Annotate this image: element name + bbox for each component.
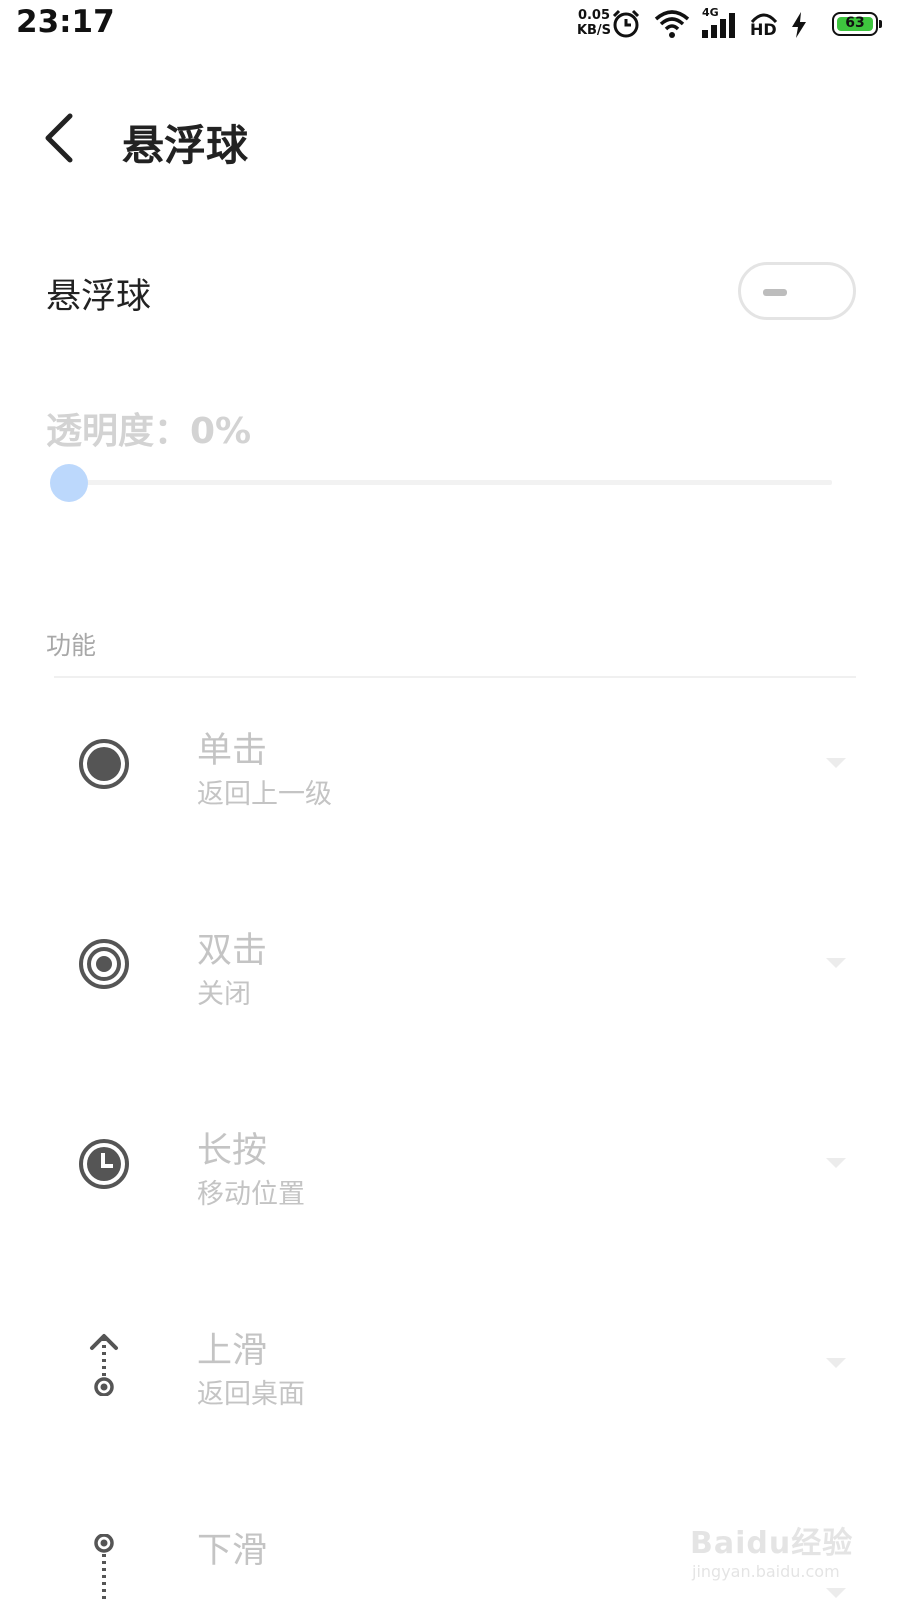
dropdown-arrow-icon [826,958,846,968]
opacity-label: 透明度：0% [46,411,252,452]
opacity-slider-thumb[interactable] [50,464,88,502]
function-subtitle: 返回上一级 [197,779,332,810]
function-title: 单击 [197,731,268,771]
function-subtitle: 移动位置 [197,1179,305,1210]
dropdown-arrow-icon [826,1158,846,1168]
baidu-watermark: Baidu经验 jingyan.baidu.com [690,1518,860,1588]
function-subtitle: 关闭 [197,979,251,1010]
swipe-up-icon [90,1334,118,1396]
function-title: 下滑 [197,1531,268,1571]
watermark-brand: Baidu经验 [690,1526,854,1561]
section-title-functions: 功能 [46,631,97,660]
section-divider [54,676,856,678]
function-row-double-tap[interactable]: 双击 关闭 [0,900,900,1100]
swipe-down-icon [94,1534,114,1600]
dropdown-arrow-icon [826,1358,846,1368]
chevron-left-icon [45,113,73,163]
battery-icon: 63 [832,12,882,36]
function-row-single-tap[interactable]: 单击 返回上一级 [0,700,900,900]
battery-level: 63 [845,15,865,31]
function-row-long-press[interactable]: 长按 移动位置 [0,1100,900,1300]
double-tap-icon [79,939,129,989]
toggle-knob [763,289,787,296]
watermark-url: jingyan.baidu.com [692,1562,840,1581]
network-speed: 0.05 KB/S [574,8,614,38]
dropdown-arrow-icon [826,758,846,768]
floating-ball-toggle[interactable] [738,262,856,320]
charging-icon [792,12,806,38]
status-time: 23:17 [16,4,115,40]
hd-label: HD [750,20,777,39]
status-bar: 23:17 0.05 KB/S 4G HD 63 [0,0,900,50]
dropdown-arrow-icon [826,1588,846,1598]
function-subtitle: 返回桌面 [197,1379,305,1410]
function-title: 长按 [197,1131,268,1171]
back-button[interactable] [36,110,86,170]
signal-icon [702,13,735,38]
wifi-icon [654,10,690,38]
network-speed-value: 0.05 [577,8,611,23]
floating-ball-toggle-label: 悬浮球 [46,277,152,317]
network-speed-unit: KB/S [576,23,612,38]
opacity-slider-track[interactable] [70,480,832,485]
function-row-swipe-up[interactable]: 上滑 返回桌面 [0,1300,900,1500]
alarm-icon [612,9,640,38]
function-title: 双击 [197,931,268,971]
single-tap-icon [79,739,129,789]
long-press-icon [79,1139,129,1189]
function-title: 上滑 [197,1331,268,1371]
page-title: 悬浮球 [122,121,249,170]
